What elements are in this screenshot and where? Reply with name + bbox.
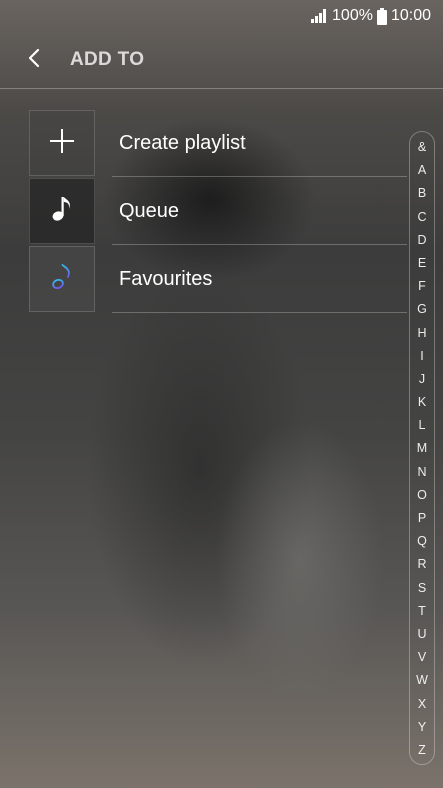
queue-tile — [29, 178, 95, 244]
index-letter[interactable]: I — [420, 349, 423, 363]
chevron-left-icon — [27, 48, 41, 73]
index-letter[interactable]: K — [418, 395, 426, 409]
clock: 10:00 — [390, 7, 431, 24]
index-letter[interactable]: W — [416, 673, 428, 687]
plus-icon — [49, 128, 75, 159]
add-to-list: Create playlist Queue Favourites — [29, 109, 407, 313]
favourites-tile — [29, 246, 95, 312]
index-letter[interactable]: P — [418, 511, 426, 525]
index-letter[interactable]: M — [417, 441, 427, 455]
index-letter[interactable]: D — [417, 233, 426, 247]
list-item-favourites[interactable]: Favourites — [29, 245, 407, 313]
index-letter[interactable]: U — [417, 627, 426, 641]
index-letter[interactable]: X — [418, 697, 426, 711]
index-letter[interactable]: S — [418, 581, 426, 595]
list-item-label: Queue — [119, 199, 180, 222]
index-letter[interactable]: G — [417, 302, 427, 316]
battery-icon — [376, 7, 387, 25]
list-item-label: Create playlist — [119, 131, 246, 154]
index-letter[interactable]: F — [418, 279, 426, 293]
index-letter[interactable]: N — [417, 465, 426, 479]
index-letter[interactable]: V — [418, 650, 426, 664]
index-letter[interactable]: O — [417, 488, 427, 502]
index-letter[interactable]: Z — [418, 743, 426, 757]
index-letter[interactable]: E — [418, 256, 426, 270]
app-bar: ADD TO — [0, 32, 443, 89]
list-item-label: Favourites — [119, 267, 213, 290]
alphabet-index-bar[interactable]: & A B C D E F G H I J K L M N O P Q R S T U V W X Y Z — [409, 131, 435, 765]
index-letter[interactable]: L — [419, 418, 426, 432]
index-letter[interactable]: R — [417, 557, 426, 571]
index-letter[interactable]: Q — [417, 534, 427, 548]
index-letter[interactable]: T — [418, 604, 426, 618]
index-letter[interactable]: A — [418, 163, 426, 177]
index-letter[interactable]: J — [419, 372, 425, 386]
index-letter[interactable]: & — [418, 140, 426, 154]
index-letter[interactable]: H — [417, 326, 426, 340]
battery-percent: 100% — [332, 7, 373, 24]
status-bar: 100% 10:00 — [0, 0, 443, 32]
index-letter[interactable]: C — [417, 210, 426, 224]
signal-icon — [310, 9, 328, 23]
index-letter[interactable]: Y — [418, 720, 426, 734]
music-note-gradient-icon — [51, 263, 73, 295]
page-title: ADD TO — [70, 49, 145, 70]
index-letter[interactable]: B — [418, 186, 426, 200]
back-button[interactable] — [4, 32, 64, 88]
divider — [112, 312, 407, 313]
create-playlist-tile — [29, 110, 95, 176]
list-item-queue[interactable]: Queue — [29, 177, 407, 245]
music-note-icon — [51, 196, 73, 227]
list-item-create-playlist[interactable]: Create playlist — [29, 109, 407, 177]
